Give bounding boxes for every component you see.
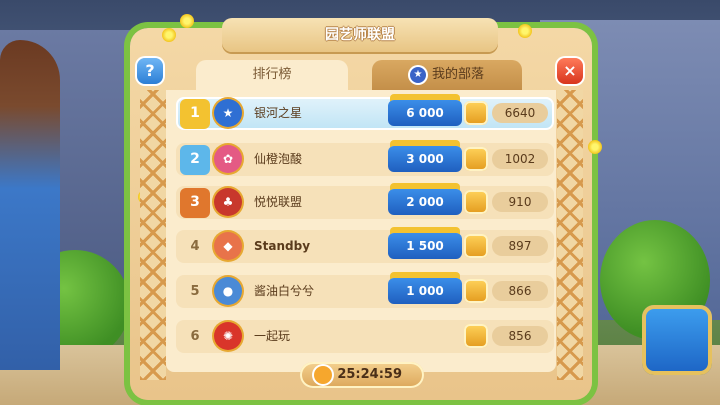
- leaderboard-row[interactable]: 5 ● 酱油白兮兮 1 000 866: [176, 275, 554, 308]
- score-value: 1002: [492, 149, 548, 169]
- rank-number: 6: [190, 329, 200, 344]
- rank-number: 5: [190, 284, 200, 299]
- team-name: 仙橙泡酸: [254, 152, 303, 166]
- trophy-score-icon: [464, 324, 488, 348]
- lattice-right: [557, 90, 583, 380]
- paw-shield-icon: ●: [214, 277, 242, 305]
- trophy-score-icon: [464, 190, 488, 214]
- event-timer: 25:24:59: [300, 362, 424, 388]
- leaderboard-row[interactable]: 2 ✿ 仙橙泡酸 3 000 1002: [176, 143, 554, 176]
- panel-title: 园艺师联盟: [222, 18, 498, 52]
- leaderboard-row[interactable]: 1 ★ 银河之星 6 000 6640: [176, 97, 554, 130]
- tab-my-tribe-label: 我的部落: [431, 67, 484, 82]
- acorn-shield-icon: ♣: [214, 188, 242, 216]
- team-name: 一起玩: [254, 329, 291, 343]
- flower-decoration: [162, 28, 176, 42]
- score-value: 866: [492, 281, 548, 301]
- leaderboard-row[interactable]: 3 ♣ 悦悦联盟 2 000 910: [176, 186, 554, 219]
- flower-decoration: [588, 140, 602, 154]
- reward-coins: 1 500: [388, 233, 462, 259]
- team-name: 悦悦联盟: [254, 195, 303, 209]
- reward-coins: 1 000: [388, 278, 462, 304]
- team-name: Standby: [254, 239, 311, 253]
- trophy-score-icon: [464, 147, 488, 171]
- reward-coins: 3 000: [388, 146, 462, 172]
- gem-basket: [642, 305, 712, 375]
- flower-decoration: [518, 24, 532, 38]
- score-value: 856: [492, 326, 548, 346]
- score-value: 910: [492, 192, 548, 212]
- diamond-shield-icon: ◆: [214, 232, 242, 260]
- trophy-score-icon: [464, 101, 488, 125]
- leaderboard-row[interactable]: 4 ◆ Standby 1 500 897: [176, 230, 554, 263]
- trophy-score-icon: [464, 279, 488, 303]
- flower-shield-icon: ✿: [214, 145, 242, 173]
- bronze-trophy-icon: 3: [180, 188, 210, 218]
- tribe-shield-icon: ★: [409, 66, 426, 83]
- star-shield-icon: ★: [214, 99, 242, 127]
- reward-coins: 6 000: [388, 100, 462, 126]
- tab-my-tribe[interactable]: ★ 我的部落: [372, 60, 522, 90]
- gardener-character: [0, 40, 60, 370]
- score-value: 897: [492, 236, 548, 256]
- help-button[interactable]: ?: [137, 58, 163, 84]
- reward-coins: 2 000: [388, 189, 462, 215]
- close-button[interactable]: ×: [557, 58, 583, 84]
- timer-value: 25:24:59: [337, 367, 402, 382]
- silver-trophy-icon: 2: [180, 145, 210, 175]
- team-name: 银河之星: [254, 106, 303, 120]
- lattice-left: [140, 90, 166, 380]
- gold-trophy-icon: 1: [180, 99, 210, 129]
- tab-leaderboard-label: 排行榜: [252, 67, 292, 82]
- leaderboard-row[interactable]: 6 ✺ 一起玩 856: [176, 320, 554, 353]
- tab-leaderboard[interactable]: 排行榜: [196, 60, 348, 90]
- score-value: 6640: [492, 103, 548, 123]
- sun-shield-icon: ✺: [214, 322, 242, 350]
- flower-decoration: [180, 14, 194, 28]
- team-name: 酱油白兮兮: [254, 284, 315, 298]
- trophy-score-icon: [464, 234, 488, 258]
- alarm-clock-icon: [314, 366, 332, 384]
- rank-number: 4: [190, 239, 200, 254]
